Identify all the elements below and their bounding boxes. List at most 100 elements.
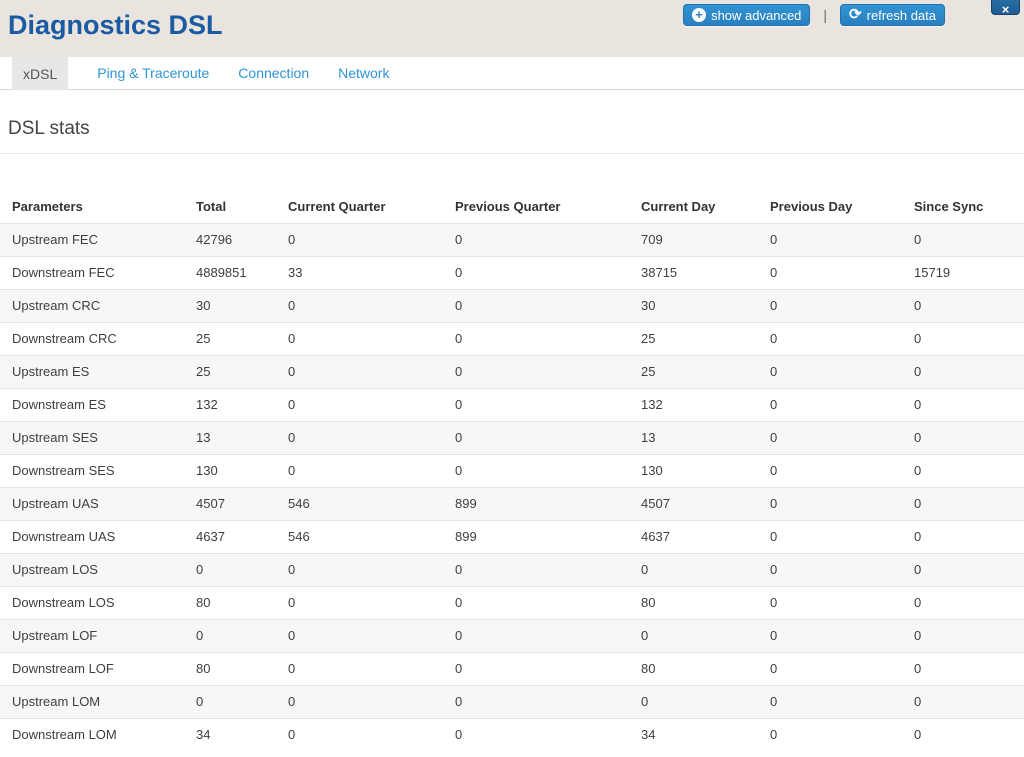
parameter-cell: Upstream LOM [12, 694, 101, 709]
value-cell: 130 [196, 463, 218, 478]
value-cell: 4889851 [196, 265, 247, 280]
tab-bar: xDSL Ping & Traceroute Connection Networ… [0, 57, 1024, 90]
refresh-data-label: refresh data [866, 7, 936, 23]
value-cell: 0 [196, 562, 204, 577]
table-row: Upstream LOM 0 0 0 0 0 0 [0, 685, 1024, 718]
value-cell: 0 [914, 562, 922, 577]
value-cell: 13 [196, 430, 211, 445]
value-cell: 34 [641, 727, 656, 743]
value-cell: 0 [196, 694, 204, 709]
column-header-total: Total [196, 198, 227, 214]
value-cell: 0 [288, 397, 296, 412]
tab-network[interactable]: Network [338, 57, 389, 89]
value-cell: 25 [641, 331, 656, 346]
parameter-cell: Downstream UAS [12, 529, 116, 544]
table-row: Downstream UAS 4637 546 899 4637 0 0 [0, 520, 1024, 553]
page-title: Diagnostics DSL [8, 10, 223, 40]
value-cell: 0 [641, 694, 649, 709]
value-cell: 0 [455, 430, 463, 445]
tab-xdsl[interactable]: xDSL [12, 57, 69, 90]
table-row: Downstream FEC 4889851 33 0 38715 0 15719 [0, 256, 1024, 289]
parameter-cell: Upstream SES [12, 430, 98, 445]
value-cell: 0 [770, 595, 778, 610]
value-cell: 546 [288, 529, 310, 544]
value-cell: 25 [196, 331, 211, 346]
value-cell: 0 [288, 727, 296, 743]
value-cell: 132 [196, 397, 218, 412]
table-header: Parameters Total Current Quarter Previou… [0, 190, 1024, 223]
value-cell: 0 [914, 727, 922, 743]
value-cell: 13 [641, 430, 656, 445]
value-cell: 30 [196, 298, 211, 313]
value-cell: 0 [196, 628, 204, 643]
column-header-since-sync: Since Sync [914, 198, 984, 214]
value-cell: 0 [641, 628, 649, 643]
dsl-stats-table: Parameters Total Current Quarter Previou… [0, 190, 1024, 751]
value-cell: 0 [770, 463, 778, 478]
table-header-row: Parameters Total Current Quarter Previou… [0, 190, 1024, 223]
value-cell: 34 [196, 727, 211, 743]
value-cell: 132 [641, 397, 663, 412]
value-cell: 899 [455, 496, 477, 511]
table-row: Upstream LOF 0 0 0 0 0 0 [0, 619, 1024, 652]
column-header-parameters: Parameters [12, 198, 83, 214]
parameter-cell: Downstream SES [12, 463, 115, 478]
value-cell: 0 [914, 529, 922, 544]
parameter-cell: Downstream LOF [12, 661, 114, 676]
value-cell: 0 [770, 232, 778, 247]
value-cell: 0 [770, 628, 778, 643]
value-cell: 0 [770, 265, 778, 280]
value-cell: 0 [770, 562, 778, 577]
table-row: Upstream FEC 42796 0 0 709 0 0 [0, 223, 1024, 256]
value-cell: 0 [455, 364, 463, 379]
parameter-cell: Downstream LOS [12, 595, 115, 610]
value-cell: 80 [641, 595, 656, 610]
tab-connection[interactable]: Connection [238, 57, 309, 89]
value-cell: 33 [288, 265, 303, 280]
value-cell: 0 [288, 298, 296, 313]
value-cell: 0 [914, 331, 922, 346]
value-cell: 0 [770, 694, 778, 709]
value-cell: 0 [455, 232, 463, 247]
value-cell: 0 [455, 595, 463, 610]
parameter-cell: Downstream ES [12, 397, 106, 412]
table-row: Downstream SES 130 0 0 130 0 0 [0, 454, 1024, 487]
value-cell: 80 [641, 661, 656, 676]
value-cell: 0 [455, 331, 463, 346]
table-row: Upstream UAS 4507 546 899 4507 0 0 [0, 487, 1024, 520]
actions-divider: | [823, 7, 828, 23]
parameter-cell: Upstream LOS [12, 562, 98, 577]
plus-circle-icon: + [692, 8, 707, 22]
page-header: Diagnostics DSL + show advanced | ⟳ refr… [0, 0, 1024, 57]
refresh-data-button[interactable]: ⟳ refresh data [840, 4, 945, 26]
close-button[interactable]: × [991, 0, 1020, 17]
value-cell: 0 [288, 628, 296, 643]
value-cell: 0 [455, 562, 463, 577]
value-cell: 80 [196, 661, 211, 676]
value-cell: 4637 [196, 529, 225, 544]
show-advanced-button[interactable]: + show advanced [683, 4, 811, 26]
value-cell: 0 [455, 694, 463, 709]
value-cell: 0 [288, 595, 296, 610]
parameter-cell: Upstream LOF [12, 628, 98, 643]
table-row: Upstream LOS 0 0 0 0 0 0 [0, 553, 1024, 586]
value-cell: 0 [914, 463, 922, 478]
column-header-current-day: Current Day [641, 198, 716, 214]
value-cell: 0 [914, 628, 922, 643]
refresh-icon: ⟳ [849, 6, 862, 23]
value-cell: 0 [770, 430, 778, 445]
value-cell: 25 [641, 364, 656, 379]
header-actions: + show advanced | ⟳ refresh data [683, 4, 945, 26]
content-area: DSL stats Parameters Total Current Quart… [0, 118, 1024, 751]
value-cell: 0 [288, 463, 296, 478]
tab-ping-traceroute[interactable]: Ping & Traceroute [97, 57, 209, 89]
dsl-stats-table-body: Upstream FEC 42796 0 0 709 0 0 Downstream FEC 48… [0, 223, 1024, 751]
value-cell: 80 [196, 595, 211, 610]
value-cell: 0 [914, 430, 922, 445]
parameter-cell: Downstream FEC [12, 265, 115, 280]
value-cell: 0 [455, 298, 463, 313]
value-cell: 0 [914, 232, 922, 247]
table-row: Downstream CRC 25 0 0 25 0 0 [0, 322, 1024, 355]
value-cell: 0 [288, 661, 296, 676]
value-cell: 0 [914, 397, 922, 412]
